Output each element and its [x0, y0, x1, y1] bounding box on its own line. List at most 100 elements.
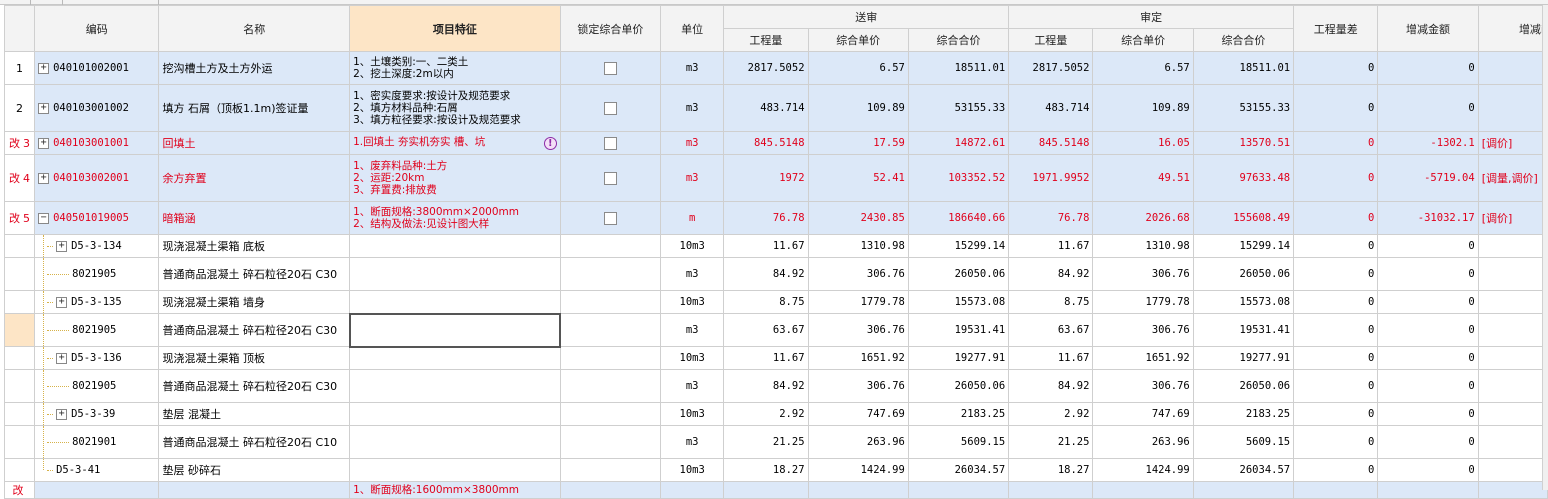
submit-qty-cell[interactable]: 8.75 [723, 290, 809, 314]
amount-change-cell[interactable]: 0 [1377, 313, 1479, 347]
feature-cell[interactable]: 1、断面规格:3800mm×2000mm 2、结构及做法:见设计图大样 [349, 201, 561, 235]
amount-change-cell[interactable]: 0 [1377, 84, 1479, 132]
approve-unit-price-cell[interactable]: 263.96 [1092, 425, 1194, 459]
change-note-cell[interactable] [1477, 257, 1548, 291]
checkbox-icon[interactable] [603, 136, 617, 150]
submit-unit-price-cell[interactable]: 6.57 [807, 51, 909, 85]
checkbox-icon[interactable] [603, 61, 617, 75]
feature-cell[interactable] [349, 346, 561, 370]
header-approve-unit-price[interactable]: 综合单价 [1092, 28, 1194, 52]
change-note-cell[interactable]: [调量,调价] [1477, 154, 1548, 202]
header-approve-qty[interactable]: 工程量 [1008, 28, 1094, 52]
submit-qty-cell[interactable]: 2.92 [723, 402, 809, 426]
unit-cell[interactable]: m [660, 201, 725, 235]
feature-cell[interactable]: 1、密实度要求:按设计及规范要求 2、填方材料品种:石屑 3、填方粒径要求:按设计及… [349, 84, 561, 132]
header-submit-qty[interactable]: 工程量 [723, 28, 809, 52]
approve-total-cell[interactable]: 2183.25 [1192, 402, 1295, 426]
row-index[interactable]: 改3 [3, 131, 36, 155]
approve-total-cell[interactable]: 26050.06 [1192, 369, 1295, 403]
approve-qty-cell[interactable]: 2817.5052 [1008, 51, 1094, 85]
code-cell[interactable]: + D5-3-135 [34, 290, 160, 314]
approve-qty-cell[interactable] [1008, 481, 1094, 499]
approve-total-cell[interactable] [1192, 481, 1295, 499]
submit-qty-cell[interactable]: 18.27 [723, 458, 809, 482]
qty-diff-cell[interactable]: 0 [1293, 346, 1379, 370]
approve-qty-cell[interactable]: 2.92 [1008, 402, 1094, 426]
change-note-cell[interactable] [1477, 402, 1548, 426]
approve-qty-cell[interactable]: 1971.9952 [1008, 154, 1094, 202]
bill-row[interactable]: 改 1、断面规格:1600mm×3800mm [3, 481, 1548, 499]
submit-qty-cell[interactable]: 11.67 [723, 234, 809, 258]
lock-price-cell[interactable] [559, 313, 662, 347]
amount-change-cell[interactable]: -1302.1 [1377, 131, 1479, 155]
row-index[interactable] [3, 458, 36, 482]
item-name[interactable]: 余方弃置 [158, 154, 351, 202]
submit-qty-cell[interactable]: 76.78 [723, 201, 809, 235]
approve-qty-cell[interactable]: 845.5148 [1008, 131, 1094, 155]
submit-unit-price-cell[interactable]: 747.69 [807, 402, 909, 426]
lock-price-cell[interactable] [559, 481, 662, 499]
approve-unit-price-cell[interactable]: 1424.99 [1092, 458, 1194, 482]
code-cell[interactable]: 8021905 [34, 313, 160, 347]
qty-diff-cell[interactable]: 0 [1293, 51, 1379, 85]
feature-cell[interactable] [349, 257, 561, 291]
approve-qty-cell[interactable]: 76.78 [1008, 201, 1094, 235]
item-name[interactable]: 挖沟槽土方及土方外运 [158, 51, 351, 85]
submit-unit-price-cell[interactable]: 17.59 [807, 131, 909, 155]
code-cell[interactable]: + D5-3-39 [34, 402, 160, 426]
lock-price-cell[interactable] [559, 84, 662, 132]
item-name[interactable]: 现浇混凝土渠箱 墙身 [158, 290, 351, 314]
approve-total-cell[interactable]: 155608.49 [1192, 201, 1295, 235]
bill-row[interactable]: 改 5−040501019005 暗箱涵 1、断面规格:3800mm×2000mm 2、… [3, 201, 1548, 235]
approve-total-cell[interactable]: 15573.08 [1192, 290, 1295, 314]
code-cell[interactable]: +040103001002 [34, 84, 160, 132]
row-index[interactable] [3, 402, 36, 426]
collapse-icon[interactable]: − [38, 212, 50, 224]
qty-diff-cell[interactable]: 0 [1293, 425, 1379, 459]
expand-icon[interactable]: + [38, 62, 50, 74]
approve-unit-price-cell[interactable]: 306.76 [1092, 313, 1194, 347]
submit-qty-cell[interactable]: 845.5148 [723, 131, 809, 155]
submit-total-cell[interactable]: 19277.91 [907, 346, 1010, 370]
amount-change-cell[interactable]: 0 [1377, 369, 1479, 403]
approve-unit-price-cell[interactable]: 747.69 [1092, 402, 1194, 426]
approve-qty-cell[interactable]: 8.75 [1008, 290, 1094, 314]
change-note-cell[interactable] [1477, 313, 1548, 347]
sub-row[interactable]: + D5-3-134 现浇混凝土渠箱 底板 10m3 11.67 1310.98 15299… [3, 234, 1548, 258]
sub-row[interactable]: D5-3-41 垫层 砂碎石 10m3 18.27 1424.99 26034.57 18.… [3, 458, 1548, 482]
submit-qty-cell[interactable]: 2817.5052 [723, 51, 809, 85]
submit-unit-price-cell[interactable]: 1779.78 [807, 290, 909, 314]
amount-change-cell[interactable]: 0 [1377, 257, 1479, 291]
submit-qty-cell[interactable]: 483.714 [723, 84, 809, 132]
qty-diff-cell[interactable]: 0 [1293, 402, 1379, 426]
change-note-cell[interactable] [1477, 51, 1548, 85]
expand-icon[interactable]: + [38, 102, 50, 114]
qty-diff-cell[interactable]: 0 [1293, 369, 1379, 403]
item-name[interactable]: 填方 石屑（顶板1.1m)签证量 [158, 84, 351, 132]
item-name[interactable] [158, 481, 351, 499]
submit-total-cell[interactable]: 26034.57 [907, 458, 1010, 482]
approve-total-cell[interactable]: 5609.15 [1192, 425, 1295, 459]
approve-qty-cell[interactable]: 63.67 [1008, 313, 1094, 347]
submit-unit-price-cell[interactable]: 52.41 [807, 154, 909, 202]
warning-icon[interactable]: ! [543, 137, 557, 150]
row-index[interactable] [3, 369, 36, 403]
approve-unit-price-cell[interactable]: 6.57 [1092, 51, 1194, 85]
submit-unit-price-cell[interactable]: 306.76 [807, 313, 909, 347]
row-index[interactable] [3, 290, 36, 314]
submit-qty-cell[interactable]: 84.92 [723, 257, 809, 291]
row-index[interactable] [3, 313, 36, 347]
qty-diff-cell[interactable]: 0 [1293, 154, 1379, 202]
lock-price-cell[interactable] [559, 131, 662, 155]
lock-price-cell[interactable] [559, 369, 662, 403]
qty-diff-cell[interactable]: 0 [1293, 458, 1379, 482]
row-index[interactable]: 2 [3, 84, 36, 132]
submit-total-cell[interactable]: 26050.06 [907, 369, 1010, 403]
amount-change-cell[interactable]: 0 [1377, 458, 1479, 482]
approve-total-cell[interactable]: 26034.57 [1192, 458, 1295, 482]
expand-icon[interactable]: + [56, 296, 68, 308]
submit-unit-price-cell[interactable]: 306.76 [807, 369, 909, 403]
submit-unit-price-cell[interactable]: 109.89 [807, 84, 909, 132]
approve-qty-cell[interactable]: 18.27 [1008, 458, 1094, 482]
bill-row[interactable]: 2 +040103001002 填方 石屑（顶板1.1m)签证量 1、密实度要求:按设… [3, 84, 1548, 132]
